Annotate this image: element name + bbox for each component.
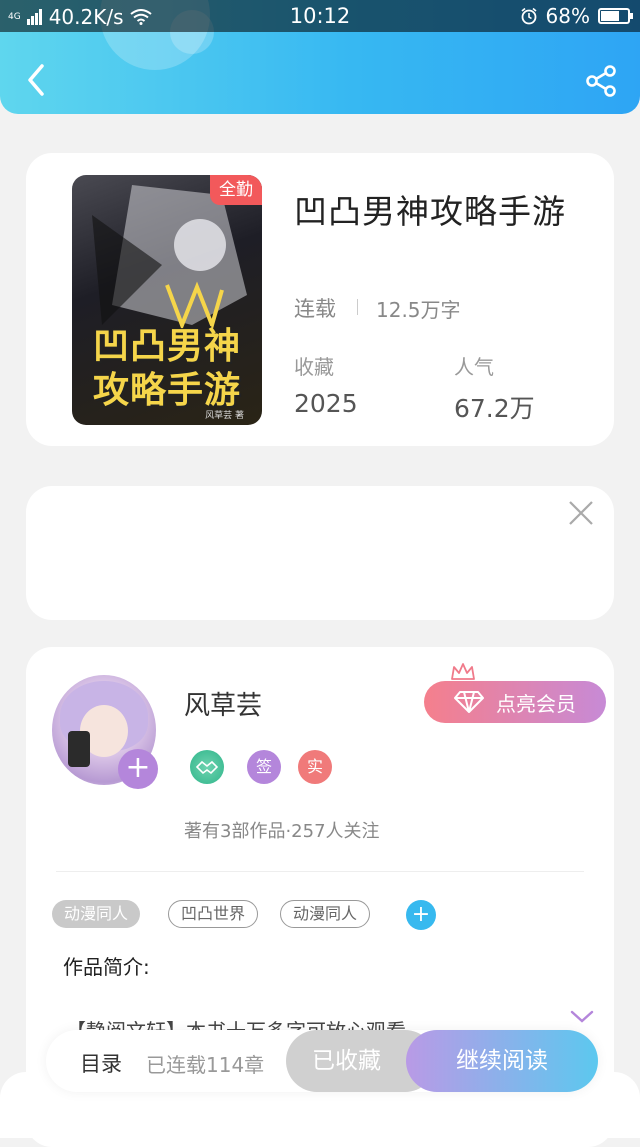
author-name[interactable]: 风草芸 [184,685,262,722]
book-info-card: 全勤 凹凸男神 攻略手游 风草芸 著 凹凸男神攻略手游 连载 12.5万字 收藏… [26,153,614,446]
back-icon[interactable] [22,62,54,98]
battery-percent: 68% [545,4,590,28]
cover-author: 风草芸 著 [205,411,244,421]
cover-title-line: 攻略手游 [92,370,241,411]
cover-badge: 全勤 [210,175,262,205]
intro-label: 作品简介: [63,955,150,979]
book-cover[interactable]: 全勤 凹凸男神 攻略手游 风草芸 著 [72,175,262,425]
cover-title-line: 凹凸男神 [92,326,241,367]
verified-badge: 实 [298,750,332,784]
book-status: 连载 [294,297,336,321]
stat-label-favorites: 收藏 [294,355,334,379]
battery-level [601,11,619,21]
status-right: 68% [520,4,633,28]
toc-button[interactable]: 目录 [80,1048,122,1078]
alarm-icon [521,7,537,25]
header-bar: 4G 40.2K/s 10:12 68% [0,0,640,114]
cover-title: 凹凸男神 攻略手游 [80,325,254,413]
book-title: 凹凸男神攻略手游 [294,192,566,231]
book-word-count: 12.5万字 [376,298,461,322]
author-meta: 著有3部作品·257人关注 [184,821,380,842]
handshake-glyph [195,760,219,775]
follow-button[interactable]: + [118,749,158,789]
stat-value-popularity: 67.2万 [454,394,535,423]
ad-card [26,486,614,620]
divider [56,871,584,872]
tag-chip[interactable]: 动漫同人 [280,900,371,928]
share-icon[interactable] [584,64,618,98]
battery-icon [598,8,633,24]
crown-icon [451,663,475,680]
tag-chip[interactable]: 凹凸世界 [168,900,259,928]
bottom-action-bar: 目录 已连载114章 已收藏 继续阅读 [46,1030,598,1092]
sign-badge: 签 [247,750,281,784]
chevron-down-icon[interactable] [570,1009,594,1025]
add-tag-button[interactable]: + [406,900,436,930]
continue-reading-button[interactable]: 继续阅读 [406,1030,598,1092]
vip-button[interactable]: 点亮会员 [424,681,606,723]
stat-value-favorites: 2025 [294,389,358,418]
diamond-icon [454,691,484,713]
stat-label-popularity: 人气 [454,355,494,379]
avatar-phone [68,731,90,767]
handshake-icon [190,750,224,784]
status-bar: 4G 40.2K/s 10:12 68% [0,0,640,32]
tag-chip[interactable]: 动漫同人 [52,900,141,928]
close-icon[interactable] [568,500,594,526]
vip-button-label: 点亮会员 [496,691,576,716]
chapter-count: 已连载114章 [146,1053,265,1077]
divider [357,299,358,315]
